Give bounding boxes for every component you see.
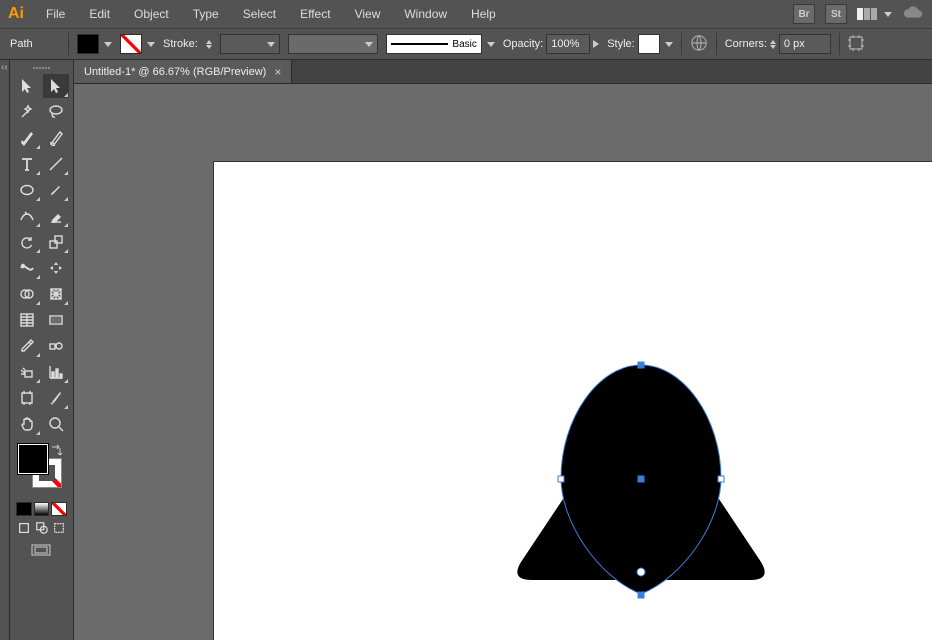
corners-stepper[interactable] — [770, 40, 776, 49]
chevron-down-icon — [365, 42, 373, 47]
panel-grip[interactable] — [12, 64, 71, 72]
close-tab-button[interactable]: × — [274, 65, 281, 79]
fill-swatch-icon — [77, 34, 99, 54]
menu-view[interactable]: View — [345, 3, 391, 25]
tool-panel — [10, 60, 74, 640]
chevron-down-icon — [104, 42, 112, 47]
corners-input[interactable]: 0 px — [779, 34, 831, 54]
app-logo: Ai — [8, 5, 24, 23]
panel-collapse-toggle[interactable]: ‹‹ — [0, 60, 10, 640]
ellipse-tool[interactable] — [14, 178, 41, 202]
document-tab-title: Untitled-1* @ 66.67% (RGB/Preview) — [84, 66, 266, 78]
brush-definition-picker[interactable]: Basic — [386, 34, 495, 54]
menu-effect[interactable]: Effect — [290, 3, 340, 25]
free-transform-tool[interactable] — [43, 256, 70, 280]
color-mode-none[interactable] — [51, 502, 67, 516]
document-tab[interactable]: Untitled-1* @ 66.67% (RGB/Preview) × — [74, 60, 292, 83]
magic-wand-tool[interactable] — [14, 100, 41, 124]
menu-type[interactable]: Type — [183, 3, 229, 25]
swap-fill-stroke-button[interactable] — [49, 444, 63, 458]
draw-inside[interactable] — [51, 520, 67, 536]
arrange-docs-icon — [857, 8, 877, 20]
chevron-down-icon — [487, 42, 495, 47]
menu-help[interactable]: Help — [461, 3, 506, 25]
eraser-tool[interactable] — [43, 204, 70, 228]
menu-edit[interactable]: Edit — [79, 3, 120, 25]
chevron-down-icon — [884, 12, 892, 17]
direct-selection-tool[interactable] — [43, 74, 70, 98]
menu-bar: Ai File Edit Object Type Select Effect V… — [0, 0, 932, 28]
gradient-tool[interactable] — [43, 308, 70, 332]
fill-color-box[interactable] — [18, 444, 48, 474]
pen-tool[interactable] — [14, 126, 41, 150]
stroke-weight-stepper[interactable] — [206, 40, 212, 49]
sync-settings-button[interactable] — [902, 5, 924, 24]
graphic-style-picker[interactable] — [638, 34, 673, 54]
zoom-tool[interactable] — [43, 412, 70, 436]
chevron-down-icon — [665, 42, 673, 47]
draw-normal[interactable] — [16, 520, 32, 536]
align-to-button[interactable] — [848, 35, 864, 54]
menu-file[interactable]: File — [36, 3, 75, 25]
color-mode-solid[interactable] — [16, 502, 32, 516]
canvas-area[interactable] — [74, 84, 932, 640]
bridge-button[interactable]: Br — [793, 4, 815, 24]
column-graph-tool[interactable] — [43, 360, 70, 384]
menu-select[interactable]: Select — [233, 3, 286, 25]
line-segment-tool[interactable] — [43, 152, 70, 176]
shape-builder-tool[interactable] — [14, 282, 41, 306]
document-tab-bar: Untitled-1* @ 66.67% (RGB/Preview) × — [74, 60, 932, 84]
menu-object[interactable]: Object — [124, 3, 179, 25]
color-mode-row — [12, 500, 71, 518]
eyedropper-tool[interactable] — [14, 334, 41, 358]
stroke-swatch-icon — [120, 34, 142, 54]
arrange-docs-button[interactable] — [857, 8, 892, 20]
blend-tool[interactable] — [43, 334, 70, 358]
opacity-dropdown-icon[interactable] — [593, 40, 599, 48]
slice-tool[interactable] — [43, 386, 70, 410]
style-label: Style: — [607, 38, 635, 50]
scale-tool[interactable] — [43, 230, 70, 254]
type-tool[interactable] — [14, 152, 41, 176]
shaper-tool[interactable] — [14, 204, 41, 228]
perspective-grid-tool[interactable] — [43, 282, 70, 306]
opacity-label: Opacity: — [503, 38, 543, 50]
screen-mode-button[interactable] — [12, 538, 71, 564]
stock-button[interactable]: St — [825, 4, 847, 24]
opacity-input[interactable]: 100% — [546, 34, 590, 54]
brush-name-label: Basic — [452, 39, 476, 50]
paintbrush-tool[interactable] — [43, 178, 70, 202]
chevron-down-icon — [147, 42, 155, 47]
selection-tool[interactable] — [14, 74, 41, 98]
artwork-overlay — [214, 162, 932, 640]
menu-window[interactable]: Window — [394, 3, 457, 25]
artboard-tool[interactable] — [14, 386, 41, 410]
mesh-tool[interactable] — [14, 308, 41, 332]
curvature-tool[interactable] — [43, 126, 70, 150]
globe-icon — [690, 34, 708, 52]
cloud-icon — [902, 5, 924, 21]
style-swatch-icon — [638, 34, 660, 54]
stroke-color-picker[interactable] — [120, 34, 155, 54]
color-mode-gradient[interactable] — [34, 502, 50, 516]
fill-stroke-box[interactable] — [16, 444, 67, 494]
hand-tool[interactable] — [14, 412, 41, 436]
rotate-tool[interactable] — [14, 230, 41, 254]
draw-mode-row — [12, 518, 71, 538]
corners-label: Corners: — [725, 38, 767, 50]
control-bar: Path Stroke: Basic Opacity: 100% Style: … — [0, 28, 932, 60]
selection-type-label: Path — [10, 38, 60, 50]
recolor-artwork-button[interactable] — [690, 34, 708, 55]
draw-behind[interactable] — [34, 520, 50, 536]
stroke-weight-input[interactable] — [220, 34, 280, 54]
symbol-sprayer-tool[interactable] — [14, 360, 41, 384]
fill-color-picker[interactable] — [77, 34, 112, 54]
variable-width-profile[interactable] — [288, 34, 378, 54]
chevron-down-icon — [267, 42, 275, 47]
artboard-icon — [848, 35, 864, 51]
lasso-tool[interactable] — [43, 100, 70, 124]
stroke-weight-label: Stroke: — [163, 38, 198, 50]
width-tool[interactable] — [14, 256, 41, 280]
